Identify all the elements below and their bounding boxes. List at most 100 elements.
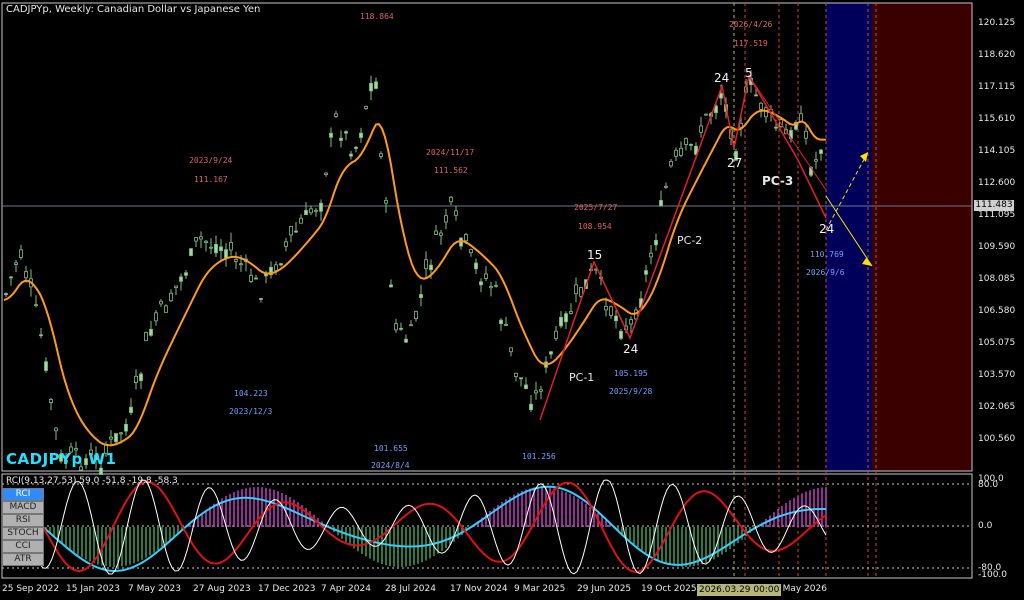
candle-body xyxy=(304,210,308,215)
candle-body xyxy=(144,331,148,342)
macd-button[interactable]: MACD xyxy=(2,501,44,514)
candle-body xyxy=(609,306,613,316)
candle-body xyxy=(394,323,398,331)
candle-body xyxy=(54,427,58,432)
date-note: 2024/8/4 xyxy=(371,461,410,470)
price-note: 110.769 xyxy=(810,250,844,259)
candle-body xyxy=(14,262,18,265)
candle-body xyxy=(519,377,523,380)
candle-body xyxy=(549,351,553,355)
candle-body xyxy=(424,259,428,270)
cci-button[interactable]: CCI xyxy=(2,540,44,553)
date-note: 2023/9/24 xyxy=(189,156,233,165)
candle-body xyxy=(484,273,488,279)
price-tick: 120.125 xyxy=(978,18,1016,28)
candle-body xyxy=(384,200,388,204)
price-note: 111.167 xyxy=(194,175,228,184)
wave-label: 24 xyxy=(819,222,835,236)
price-note: 108.954 xyxy=(578,222,612,231)
wave-label: 5 xyxy=(745,66,753,80)
candle-body xyxy=(229,241,233,251)
price-tick: 112.600 xyxy=(978,178,1016,188)
price-tick: 111.095 xyxy=(978,210,1016,220)
price-tick: 114.105 xyxy=(978,146,1016,156)
pattern-label: PC-1 xyxy=(569,371,595,384)
candle-body xyxy=(679,147,683,156)
candle-body xyxy=(539,389,543,392)
candle-body xyxy=(294,230,298,233)
candle-body xyxy=(314,209,318,212)
candle-body xyxy=(499,319,503,325)
candle-body xyxy=(754,94,758,97)
candle-body xyxy=(629,319,633,325)
candle-body xyxy=(449,196,453,203)
stoch-button[interactable]: STOCH xyxy=(2,527,44,540)
time-tick: 15 Jan 2023 xyxy=(66,584,120,594)
candle-body xyxy=(149,328,153,336)
time-tick: 7 Apr 2024 xyxy=(321,584,371,594)
candle-body xyxy=(109,436,113,440)
candle-body xyxy=(564,313,568,323)
candle-body xyxy=(129,406,133,413)
candle-body xyxy=(9,276,13,279)
candle-body xyxy=(299,217,303,224)
candle-body xyxy=(369,82,373,92)
candle-body xyxy=(569,311,573,314)
candle-body xyxy=(169,292,173,302)
candle-body xyxy=(454,210,458,216)
indicator-level: 0.0 xyxy=(978,521,993,531)
candle-body xyxy=(434,230,438,235)
wave-label: 24 xyxy=(623,342,639,356)
candle-body xyxy=(339,137,343,141)
candle-body xyxy=(684,138,688,145)
rsi-button[interactable]: RSI xyxy=(2,514,44,527)
price-tick: 106.580 xyxy=(978,306,1016,316)
candle-body xyxy=(159,300,163,305)
price-tick: 108.085 xyxy=(978,274,1016,284)
candle-body xyxy=(429,264,433,271)
price-note: 117.519 xyxy=(734,39,768,48)
date-note: 2026/4/26 xyxy=(729,20,773,29)
candle-body xyxy=(284,241,288,247)
candle-body xyxy=(239,263,243,266)
candle-body xyxy=(704,113,708,116)
candle-body xyxy=(489,286,493,289)
time-tick: 29 Jun 2025 xyxy=(577,584,632,594)
candle-body xyxy=(39,334,43,337)
time-tick: 17 Dec 2023 xyxy=(258,584,316,594)
window-title: CADJPYp, Weekly: Canadian Dollar vs Japa… xyxy=(6,4,261,15)
candle-body xyxy=(124,423,128,432)
candle-body xyxy=(119,432,123,435)
price-note: 111.562 xyxy=(434,166,468,175)
candle-body xyxy=(204,240,208,244)
time-tick: 25 Sep 2022 xyxy=(2,584,60,594)
candle-body xyxy=(654,239,658,246)
indicator-level: -100.0 xyxy=(978,570,1008,580)
candle-body xyxy=(799,113,803,122)
current-price-label: 111.483 xyxy=(974,200,1014,211)
atr-button[interactable]: ATR xyxy=(2,553,44,566)
time-tick: 19 Oct 2025 xyxy=(641,584,697,594)
price-note: 104.223 xyxy=(234,389,268,398)
candle-body xyxy=(44,361,48,371)
wave-label: 24 xyxy=(714,71,730,85)
candle-body xyxy=(49,399,53,403)
time-tick: 1 May 2026 xyxy=(774,584,827,594)
chart-canvas[interactable] xyxy=(0,0,1024,600)
candle-body xyxy=(274,264,278,271)
candle-body xyxy=(419,294,423,298)
candle-body xyxy=(329,132,333,138)
candle-body xyxy=(689,143,693,146)
candle-body xyxy=(409,324,413,327)
high-price-note: 118.864 xyxy=(360,12,394,21)
candle-body xyxy=(259,298,263,300)
price-tick: 105.075 xyxy=(978,338,1016,348)
candle-body xyxy=(279,263,283,266)
rci-button[interactable]: RCI xyxy=(2,488,44,501)
candle-body xyxy=(469,249,473,254)
candle-body xyxy=(254,277,258,280)
candle-body xyxy=(404,338,408,343)
candle-body xyxy=(349,153,353,157)
price-note: 105.195 xyxy=(614,369,648,378)
date-note: 2023/12/3 xyxy=(229,407,273,416)
